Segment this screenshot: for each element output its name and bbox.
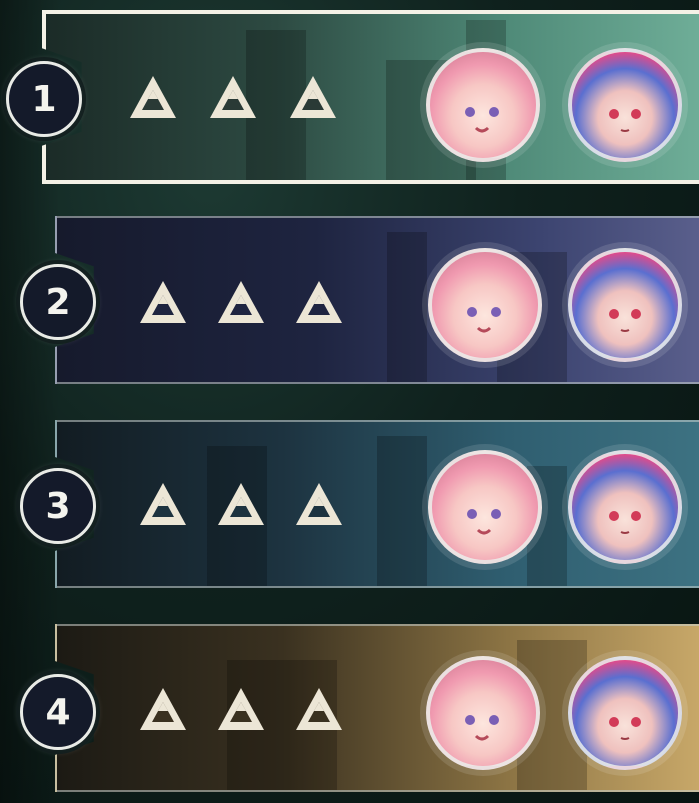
triad-icon: [210, 76, 256, 118]
pink-hair-character-avatar[interactable]: [428, 248, 542, 362]
character-face-icon: [609, 511, 641, 534]
triad-icon: [140, 281, 186, 323]
triad-icon: [218, 483, 264, 525]
triad-icon: [296, 281, 342, 323]
character-face-icon: [609, 717, 641, 740]
blue-hair-character-avatar[interactable]: [568, 48, 682, 162]
triad-icon: [140, 688, 186, 730]
stage-row-2[interactable]: 2: [0, 214, 699, 384]
character-face-icon: [467, 307, 501, 333]
character-face-icon: [465, 107, 499, 133]
blue-hair-character-avatar[interactable]: [568, 248, 682, 362]
stage-row-3[interactable]: 3: [0, 418, 699, 588]
background-building: [387, 232, 427, 382]
triad-icon: [130, 76, 176, 118]
pink-hair-character-avatar[interactable]: [426, 48, 540, 162]
triad-icon: [218, 281, 264, 323]
stage-number-badge: 3: [20, 468, 96, 544]
blue-hair-character-avatar[interactable]: [568, 450, 682, 564]
triad-icon: [218, 688, 264, 730]
character-face-icon: [467, 509, 501, 535]
triad-icon: [290, 76, 336, 118]
triad-icon: [140, 483, 186, 525]
stage-row-1[interactable]: 1: [0, 10, 699, 184]
triad-icon: [296, 483, 342, 525]
pink-hair-character-avatar[interactable]: [426, 656, 540, 770]
stage-number-badge: 1: [6, 61, 82, 137]
character-face-icon: [609, 109, 641, 132]
background-building: [377, 436, 427, 586]
triad-icon: [296, 688, 342, 730]
character-face-icon: [609, 309, 641, 332]
stage-number-badge: 2: [20, 264, 96, 340]
character-face-icon: [465, 715, 499, 741]
stage-number-badge: 4: [20, 674, 96, 750]
pink-hair-character-avatar[interactable]: [428, 450, 542, 564]
stage-row-4[interactable]: 4: [0, 622, 699, 794]
blue-hair-character-avatar[interactable]: [568, 656, 682, 770]
